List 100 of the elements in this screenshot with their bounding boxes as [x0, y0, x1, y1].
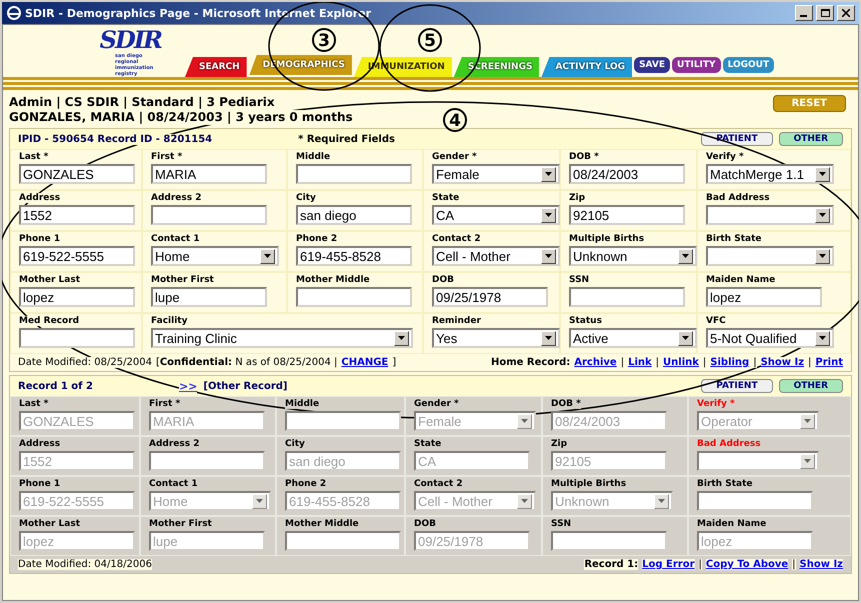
separator: | — [656, 357, 660, 368]
nav-button[interactable]: SAVE — [634, 57, 670, 73]
field-label: Contact 1 — [151, 234, 200, 244]
footer-label: Record 1: — [584, 559, 638, 570]
nav-button[interactable]: UTILITY — [672, 57, 721, 73]
field-label: Facility — [151, 316, 188, 326]
field-label: Phone 2 — [285, 479, 326, 489]
dropdown[interactable]: Home — [151, 246, 279, 266]
field-label: Zip — [551, 439, 568, 449]
footer-link[interactable]: Unlink — [663, 357, 699, 368]
separator: | — [792, 559, 796, 570]
input-field[interactable] — [569, 287, 685, 307]
input-field[interactable]: san diego — [296, 205, 412, 225]
input-field[interactable] — [151, 205, 267, 225]
footer-text: [Confidential: N as of 08/25/2004 | — [156, 357, 338, 368]
footer-text: Date Modified: 08/25/2004 — [18, 357, 152, 368]
close-button[interactable] — [837, 5, 855, 21]
field-label: Phone 1 — [19, 234, 60, 244]
field-label: Phone 2 — [296, 234, 338, 244]
footer-link[interactable]: Print — [815, 357, 843, 368]
input-field[interactable]: GONZALES — [19, 164, 135, 184]
footer-link[interactable]: Link — [628, 357, 652, 368]
field-label: Birth State — [697, 479, 752, 489]
field-label: DOB * — [569, 152, 599, 162]
input-field[interactable]: 619-522-5555 — [19, 246, 135, 266]
input-field[interactable]: lopez — [706, 287, 822, 307]
dropdown[interactable]: CA — [432, 205, 560, 225]
field-label: Mother Last — [19, 275, 80, 285]
dropdown[interactable]: 5-Not Qualified — [706, 328, 834, 348]
field-label: DOB * — [551, 399, 581, 409]
field-label: Multiple Births — [551, 479, 626, 489]
field-label: Bad Address — [706, 193, 770, 203]
input-field[interactable]: 92105 — [569, 205, 685, 225]
field-label: Birth State — [706, 234, 762, 244]
maximize-button[interactable] — [816, 5, 834, 21]
field-label: City — [296, 193, 316, 203]
browser-icon — [6, 5, 22, 21]
field-label: Mother Middle — [296, 275, 370, 285]
separator: | — [698, 559, 702, 570]
dropdown[interactable] — [706, 205, 834, 225]
field-label: State — [432, 193, 460, 203]
field-label: Phone 1 — [19, 479, 60, 489]
field-label: Gender * — [432, 152, 477, 162]
footer-link[interactable]: Show Iz — [760, 357, 804, 368]
field-label: Last * — [19, 399, 48, 409]
input-field[interactable]: 08/24/2003 — [569, 164, 685, 184]
field-label: Mother First — [151, 275, 214, 285]
field-label: Contact 2 — [414, 479, 463, 489]
record-button[interactable]: PATIENT — [701, 132, 773, 146]
dropdown[interactable]: Training Clinic — [151, 328, 413, 348]
dropdown[interactable]: Unknown — [569, 246, 697, 266]
panel-header-text: * Required Fields — [298, 134, 395, 144]
maximize-icon — [820, 9, 830, 17]
field-label: Address — [19, 193, 60, 203]
nav-button[interactable]: LOGOUT — [722, 57, 774, 73]
field-label: Last * — [19, 152, 48, 162]
input-field[interactable]: 619-455-8528 — [296, 246, 412, 266]
field-label: Maiden Name — [706, 275, 776, 285]
dropdown[interactable]: Cell - Mother — [432, 246, 560, 266]
field-label: Med Record — [19, 316, 80, 326]
panel-header-text: Record 1 of 2 — [18, 380, 93, 392]
input-field[interactable]: MARIA — [151, 164, 267, 184]
field-label: Gender * — [414, 399, 459, 409]
footer-text: ] — [392, 357, 396, 368]
dropdown[interactable]: MatchMerge 1.1 — [706, 164, 834, 184]
input-field[interactable] — [296, 164, 412, 184]
field-label: Reminder — [432, 316, 481, 326]
dropdown[interactable] — [706, 246, 834, 266]
field-label: Maiden Name — [697, 519, 766, 529]
callout-circle — [312, 28, 336, 52]
input-field[interactable]: 09/25/1978 — [432, 287, 548, 307]
field-label: Verify * — [697, 399, 735, 409]
record-button[interactable]: OTHER — [778, 132, 843, 146]
field-label: Middle — [285, 399, 320, 409]
dropdown[interactable]: Female — [432, 164, 560, 184]
input-field[interactable]: lopez — [19, 287, 135, 307]
input-field[interactable]: 1552 — [19, 205, 135, 225]
field-label: Mother First — [149, 519, 212, 529]
field-label: First * — [149, 399, 180, 409]
footer-link[interactable]: CHANGE — [341, 357, 388, 368]
field-label: VFC — [706, 316, 726, 326]
footer-label: Home Record: — [490, 357, 570, 368]
footer-text: Date Modified: 04/18/2006 — [18, 559, 152, 570]
callout-circle — [418, 28, 442, 52]
field-label: Mother Last — [19, 519, 80, 529]
footer-link[interactable]: Sibling — [710, 357, 750, 368]
input-field[interactable] — [296, 287, 412, 307]
field-label: First * — [151, 152, 182, 162]
separator: | — [753, 357, 757, 368]
separator: | — [620, 357, 624, 368]
field-label: City — [285, 439, 305, 449]
dropdown[interactable]: Yes — [432, 328, 560, 348]
minimize-button[interactable] — [795, 5, 813, 21]
nav-tab[interactable]: SEARCH — [185, 57, 247, 77]
footer-link[interactable]: Archive — [574, 357, 617, 368]
input-field[interactable] — [19, 328, 135, 348]
close-icon — [842, 9, 850, 17]
dropdown[interactable]: Active — [569, 328, 697, 348]
field-label: SSN — [569, 275, 590, 285]
input-field[interactable]: lupe — [151, 287, 267, 307]
